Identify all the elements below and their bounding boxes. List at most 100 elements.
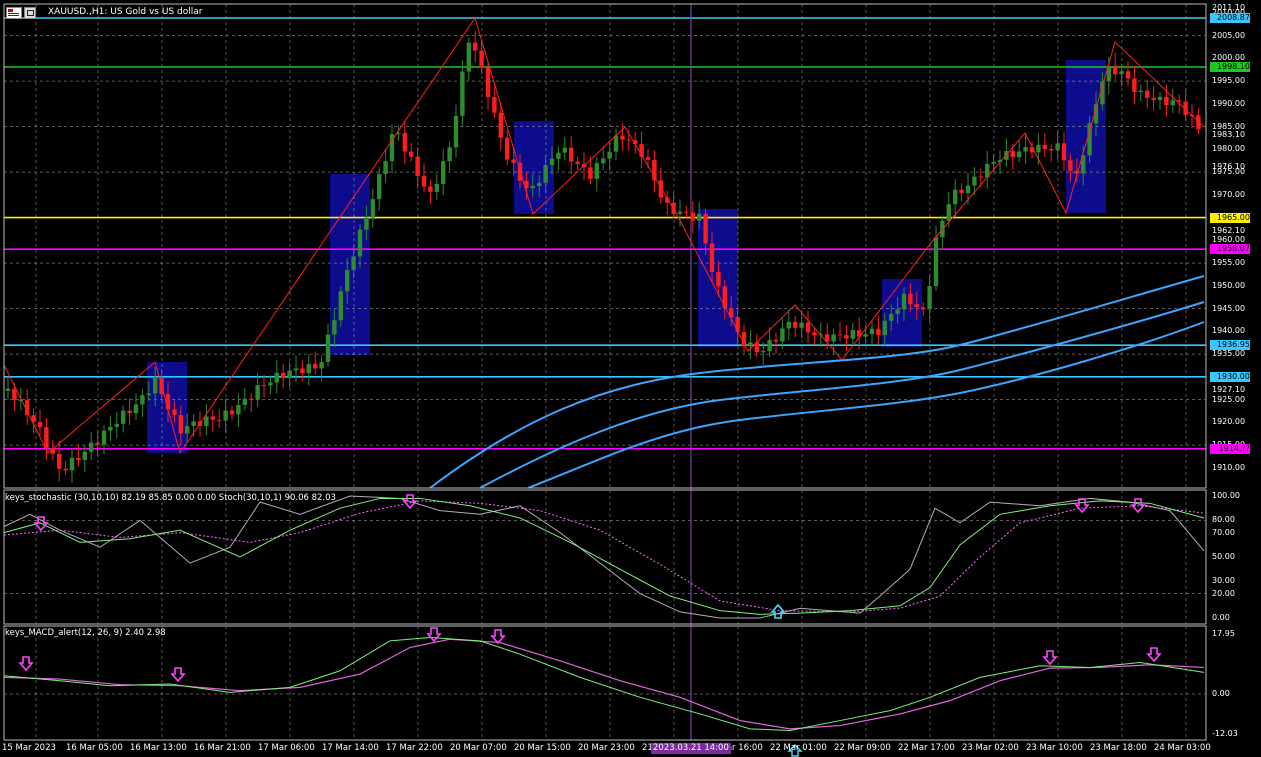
candle-body	[44, 427, 49, 449]
price-tick: 1945.00	[1212, 303, 1246, 313]
candle-body	[876, 328, 881, 336]
price-tick: 1980.00	[1212, 144, 1246, 154]
candle-body	[351, 256, 356, 270]
candle-body	[274, 372, 279, 383]
down-arrow-icon	[1074, 498, 1090, 514]
candle-body	[76, 458, 81, 461]
candle-body	[95, 442, 100, 445]
candle-body	[1042, 144, 1047, 150]
candle-body	[1196, 115, 1201, 130]
time-label: 20 Mar 23:00	[578, 743, 635, 753]
candle-body	[57, 453, 62, 469]
candle-body	[562, 147, 567, 153]
price-tick: 1940.00	[1212, 326, 1246, 336]
candle-body	[863, 334, 868, 337]
candle-body	[530, 186, 535, 189]
candle-body	[210, 416, 215, 420]
candle-body	[735, 317, 740, 333]
price-tick: 1995.00	[1212, 76, 1246, 86]
candle-body	[460, 71, 465, 116]
down-arrow-icon	[426, 627, 442, 643]
time-label: 17 Mar 14:00	[322, 743, 379, 753]
candle-body	[607, 151, 612, 159]
candle-body	[229, 410, 235, 415]
price-level-box: 1965.00	[1210, 212, 1250, 223]
time-label: 23 Mar 02:00	[962, 743, 1019, 753]
candle-body	[780, 328, 785, 342]
chart-canvas[interactable]	[0, 0, 1261, 757]
candle-body	[409, 151, 414, 157]
time-label: 22 Mar 09:00	[834, 743, 891, 753]
candle-body	[1164, 96, 1169, 106]
candle-body	[921, 307, 926, 310]
candle-body	[1061, 143, 1067, 161]
candle-body	[332, 320, 337, 335]
price-tick: 1975.00	[1212, 167, 1246, 177]
candle-body	[831, 334, 836, 342]
candle-body	[121, 410, 126, 424]
down-arrow-icon	[490, 629, 506, 645]
chart-window-icon[interactable]	[6, 7, 22, 19]
candle-body	[204, 416, 209, 427]
candle-body	[140, 395, 145, 405]
zone-4	[882, 279, 922, 347]
candle-body	[901, 293, 907, 310]
down-arrow-icon	[1146, 647, 1162, 663]
candle-body	[69, 458, 75, 471]
candle-body	[473, 42, 478, 51]
stochastic-tick: 0.00	[1212, 613, 1230, 622]
candle-body	[697, 213, 702, 221]
candle-body	[319, 361, 324, 369]
candle-body	[1113, 65, 1118, 75]
price-tick: 1910.00	[1212, 462, 1246, 472]
zone-5	[1066, 60, 1106, 213]
candle-body	[165, 394, 171, 410]
candle-body	[927, 286, 932, 310]
candle-body	[1119, 71, 1124, 75]
stochastic-fast-line	[3, 495, 1205, 619]
price-tick: 1970.00	[1212, 189, 1246, 199]
candle-body	[793, 321, 798, 328]
time-label: 16 Mar 21:00	[194, 743, 251, 753]
stochastic-tick: 20.00	[1212, 588, 1235, 598]
candle-body	[812, 332, 817, 336]
candle-body	[377, 174, 382, 200]
candle-body	[959, 189, 964, 194]
candle-body	[498, 112, 503, 138]
time-label: 22 Mar 01:00	[770, 743, 827, 753]
candle-body	[1170, 100, 1175, 106]
candle-body	[293, 368, 299, 371]
price-level-box: 1958.07	[1210, 244, 1250, 255]
candle-body	[620, 135, 625, 140]
candle-body	[114, 423, 119, 427]
candle-body	[946, 204, 951, 221]
candle-body	[133, 404, 139, 414]
candle-body	[453, 115, 459, 148]
candle-body	[127, 410, 132, 414]
candle-body	[588, 167, 593, 179]
candle-body	[933, 237, 939, 287]
stochastic-tick: 100.00	[1212, 491, 1240, 500]
moving-average-1	[479, 301, 1205, 489]
macd-title: keys_MACD_alert(12, 26, 9) 2.40 2.98	[5, 628, 166, 638]
candle-body	[850, 330, 855, 339]
candle-body	[281, 372, 286, 379]
candle-body	[703, 213, 708, 244]
candle-body	[185, 426, 190, 434]
stochastic-tick: 30.00	[1212, 576, 1235, 586]
candle-body	[805, 322, 811, 333]
candle-body	[684, 211, 689, 213]
down-arrow-icon	[18, 656, 34, 672]
up-arrow-icon	[770, 603, 786, 619]
candle-body	[626, 139, 631, 141]
candle-body	[1055, 143, 1060, 151]
candle-body	[434, 183, 439, 192]
candle-body	[658, 180, 663, 198]
candle-body	[613, 135, 619, 152]
candle-body	[261, 385, 267, 387]
price-tick: 1990.00	[1212, 98, 1246, 108]
restore-window-icon[interactable]	[24, 7, 36, 19]
candle-body	[1125, 71, 1131, 79]
stochastic-tick: 70.00	[1212, 527, 1235, 537]
time-label: 15 Mar 2023	[2, 743, 56, 753]
